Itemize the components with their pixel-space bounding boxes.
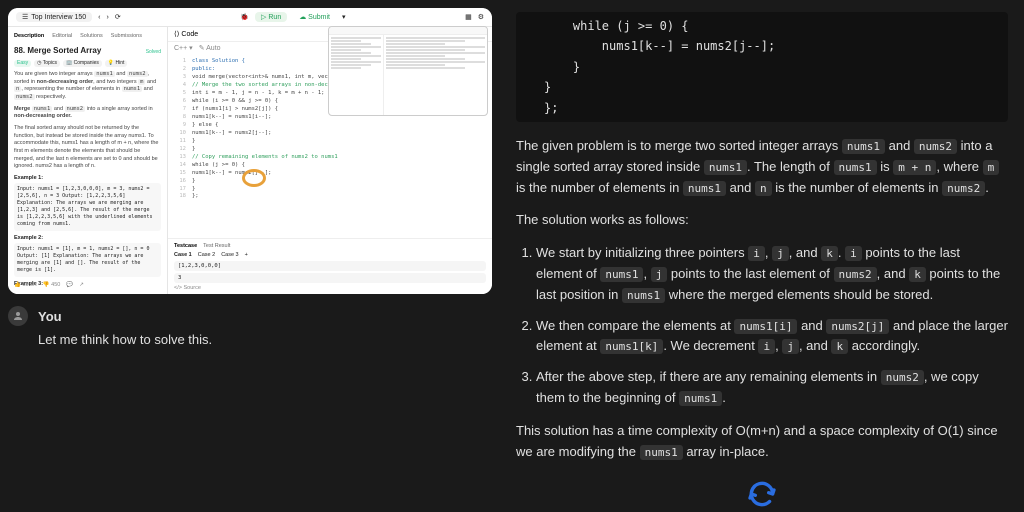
step-3: After the above step, if there are any r… [536, 367, 1008, 409]
tab-submissions[interactable]: Submissions [111, 33, 142, 41]
spinner-icon [746, 478, 778, 510]
tab-description[interactable]: Description [14, 33, 44, 41]
desc-tabs: Description Editorial Solutions Submissi… [14, 33, 161, 41]
companies-tag[interactable]: 🏢 Companies [63, 60, 102, 67]
solved-label: Solved [146, 49, 161, 56]
problem-stats: 👍 15.5K 👎 450 💬 ↗ [14, 282, 84, 290]
add-case-icon[interactable]: + [245, 252, 248, 258]
example1-block: Input: nums1 = [1,2,3,0,0,0], m = 3, num… [14, 183, 161, 231]
example1-label: Example 1: [14, 175, 43, 181]
loading-spinner [516, 478, 1008, 510]
auto-toggle[interactable]: ✎ Auto [199, 44, 221, 52]
problem-p3: The final sorted array should not be ret… [14, 125, 161, 171]
explanation-p3: This solution has a time complexity of O… [516, 421, 1008, 463]
dislike-count[interactable]: 👎 450 [43, 282, 61, 290]
topics-tag[interactable]: ◷ Topics [34, 60, 60, 67]
prev-icon[interactable]: ‹ [98, 14, 100, 21]
comment-icon[interactable]: 💬 [66, 282, 73, 290]
problem-list-crumb[interactable]: ☰ Top Interview 150 [16, 12, 92, 22]
problem-title: 88. Merge Sorted Array [14, 45, 101, 56]
debug-icon[interactable]: 🐞 [240, 13, 249, 21]
layout-icon[interactable]: ▦ [465, 13, 472, 21]
tab-testcase[interactable]: Testcase [174, 243, 197, 249]
step-1: We start by initializing three pointers … [536, 243, 1008, 305]
case2[interactable]: Case 2 [198, 252, 215, 258]
tab-editorial[interactable]: Editorial [52, 33, 72, 41]
tab-testresult[interactable]: Test Result [203, 243, 230, 249]
leetcode-screenshot: ☰ Top Interview 150 ‹ › ⟳ 🐞 ▷ Run ☁ Subm… [8, 8, 492, 294]
tc-m[interactable]: 3 [174, 273, 486, 283]
like-count[interactable]: 👍 15.5K [14, 282, 37, 290]
testcase-pane: Testcase Test Result Case 1 Case 2 Case … [168, 238, 492, 294]
share-icon[interactable]: ↗ [79, 282, 84, 290]
assistant-response: while (j >= 0) { nums1[k--] = nums2[j--]… [500, 0, 1024, 512]
tc-nums1[interactable]: [1,2,3,0,0,0] [174, 261, 486, 271]
description-pane: Description Editorial Solutions Submissi… [8, 27, 168, 294]
problem-p2: Merge nums1 and nums2 into a single arra… [14, 106, 161, 121]
user-avatar [8, 306, 28, 326]
user-message: Let me think how to solve this. [38, 332, 492, 347]
submit-button[interactable]: ☁ Submit [293, 12, 336, 22]
source-link[interactable]: </> Source [174, 285, 486, 291]
code-snippet: while (j >= 0) { nums1[k--] = nums2[j--]… [516, 12, 1008, 122]
tab-solutions[interactable]: Solutions [80, 33, 103, 41]
explanation-p1: The given problem is to merge two sorted… [516, 136, 1008, 198]
shuffle-icon[interactable]: ⟳ [115, 13, 121, 21]
leetcode-toolbar: ☰ Top Interview 150 ‹ › ⟳ 🐞 ▷ Run ☁ Subm… [8, 8, 492, 27]
problem-p1: You are given two integer arrays nums1 a… [14, 71, 161, 102]
run-button[interactable]: ▷ Run [255, 12, 287, 22]
settings-icon[interactable]: ⚙ [478, 13, 484, 21]
step-2: We then compare the elements at nums1[i]… [536, 316, 1008, 358]
case1[interactable]: Case 1 [174, 252, 192, 258]
hint-tag[interactable]: 💡 Hint [105, 60, 128, 67]
thumbnail-preview [328, 26, 488, 116]
next-icon[interactable]: › [107, 14, 109, 21]
tab-code[interactable]: ⟨⟩ Code [174, 30, 198, 38]
user-name: You [38, 309, 62, 324]
example2-block: Input: nums1 = [1], m = 1, nums2 = [], n… [14, 243, 161, 277]
example2-label: Example 2: [14, 235, 43, 241]
explanation-p2: The solution works as follows: [516, 210, 1008, 231]
case3[interactable]: Case 3 [221, 252, 238, 258]
difficulty-tag: Easy [14, 60, 31, 67]
lang-select[interactable]: C++ ▾ [174, 44, 193, 52]
more-icon[interactable]: ▾ [342, 13, 346, 21]
